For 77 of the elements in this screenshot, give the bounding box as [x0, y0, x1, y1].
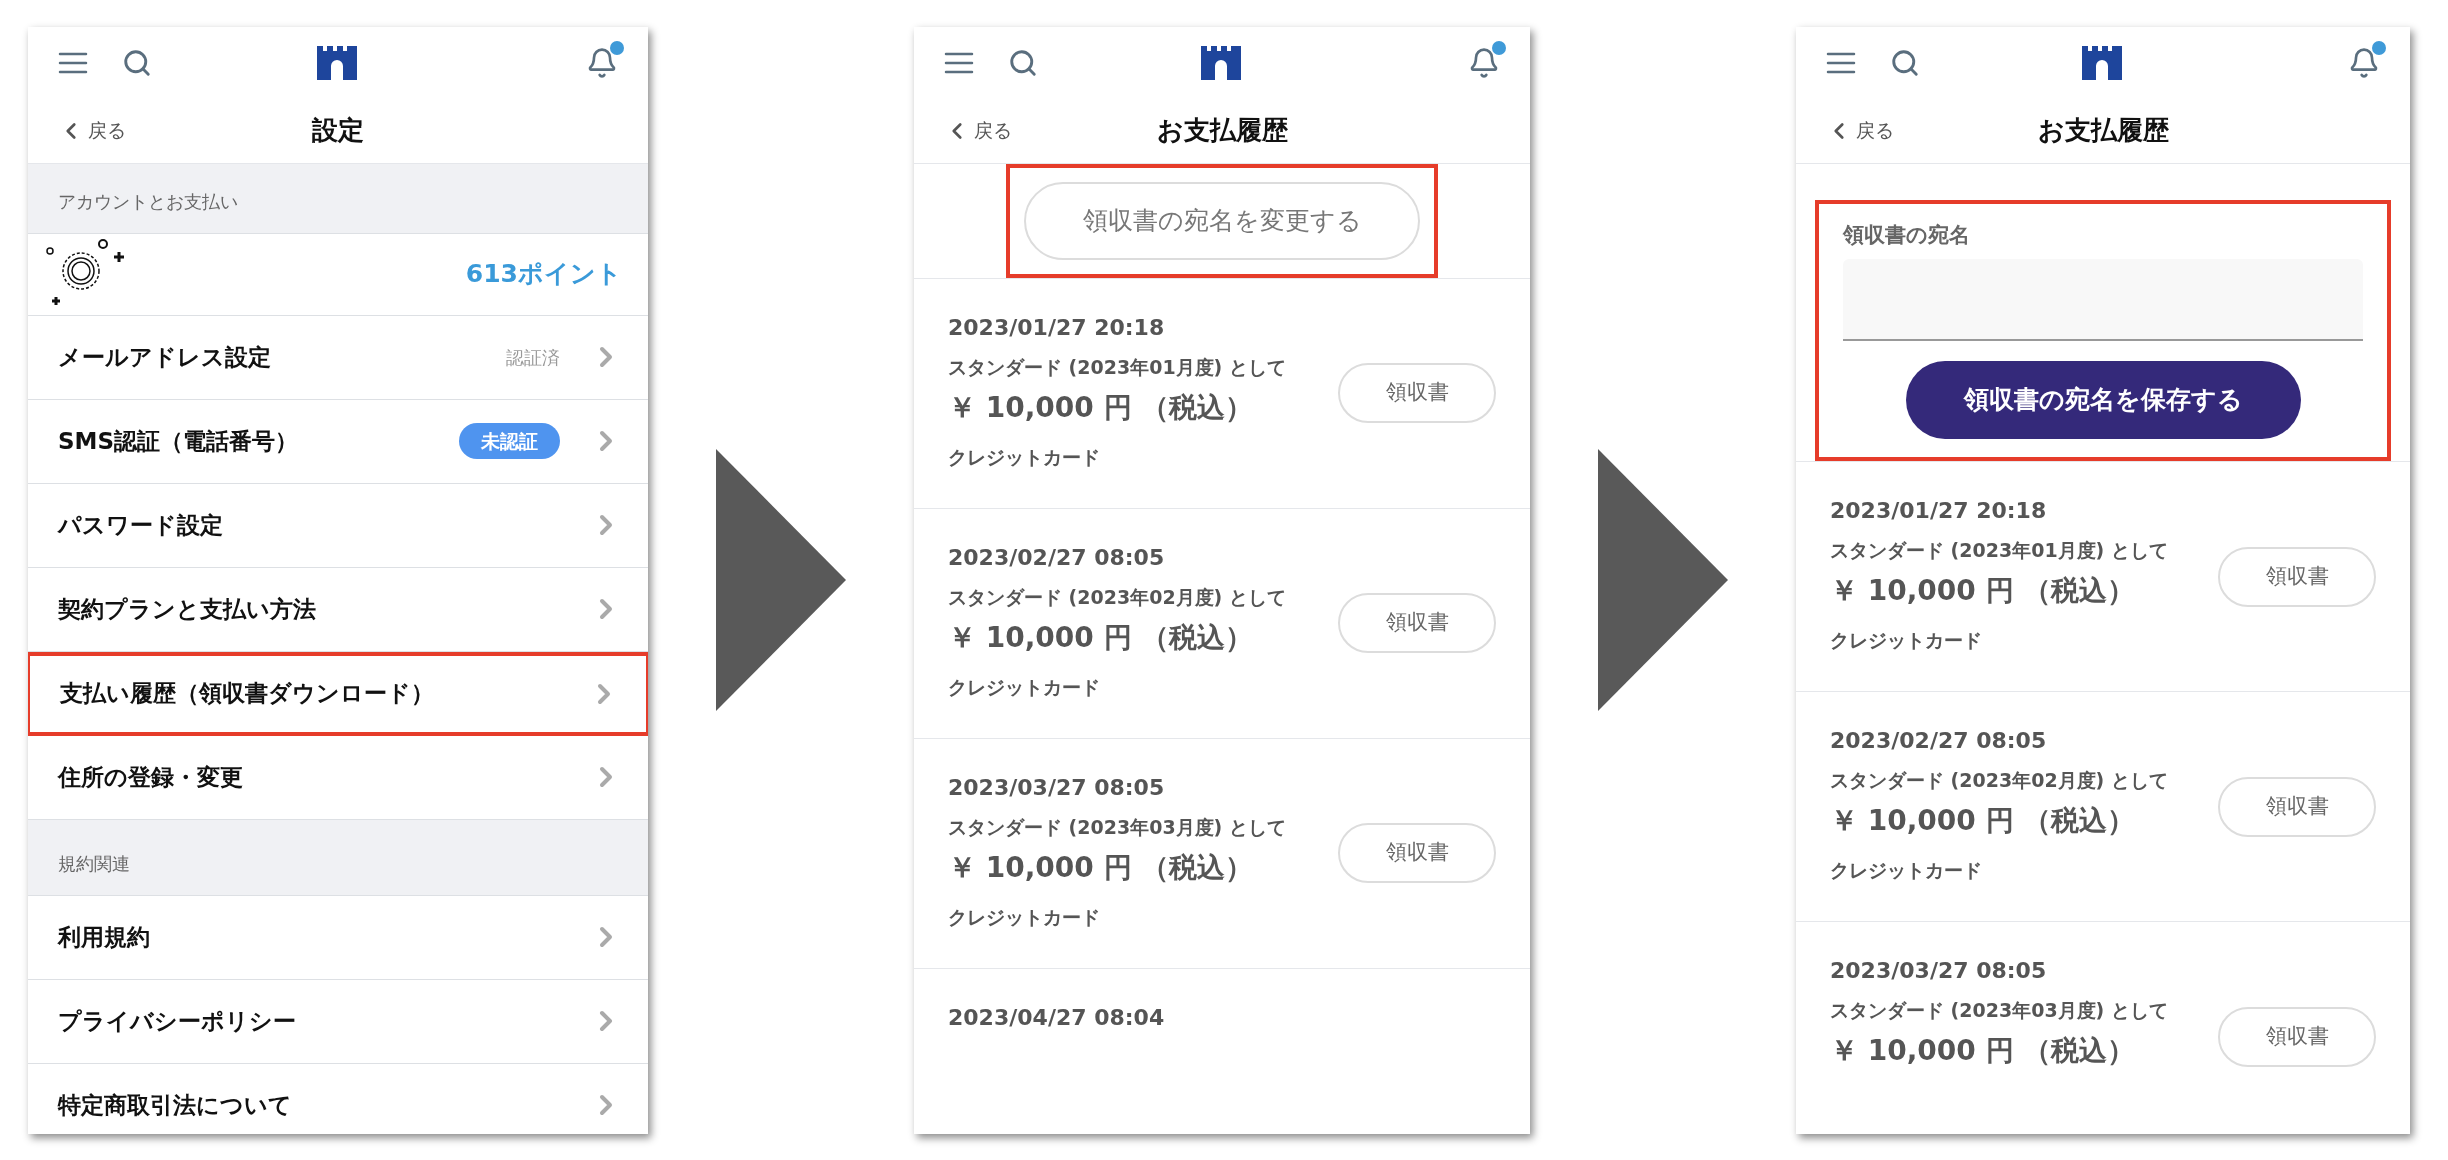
field-label: 領収書の宛名	[1843, 221, 1971, 249]
page-title: お支払履歴	[2037, 114, 2169, 147]
settings-row[interactable]: パスワード設定	[28, 483, 648, 568]
castle-logo-icon	[1201, 45, 1241, 80]
payment-amount: ￥ 10,000 円 （税込）	[1830, 1033, 2137, 1069]
receipt-button[interactable]: 領収書	[2218, 776, 2376, 837]
payment-date: 2023/04/27 08:04	[948, 1003, 1166, 1032]
back-button[interactable]: 戻る	[944, 116, 1012, 145]
search-icon[interactable]	[1008, 47, 1038, 78]
payment-method: クレジットカード	[948, 674, 1101, 700]
settings-row[interactable]: プライバシーポリシー	[28, 979, 648, 1064]
payment-date: 2023/01/27 20:18	[1830, 497, 2048, 525]
payment-date: 2023/02/27 08:05	[1830, 727, 2048, 755]
payment-date: 2023/03/27 08:05	[948, 773, 1166, 802]
search-icon[interactable]	[1890, 47, 1920, 78]
row-label: プライバシーポリシー	[58, 1006, 297, 1036]
payment-method: クレジットカード	[1830, 858, 1983, 883]
settings-row[interactable]: 支払い履歴（領収書ダウンロード）	[28, 651, 648, 736]
receipt-button[interactable]: 領収書	[1338, 363, 1496, 423]
arrow-icon	[716, 449, 846, 711]
payment-amount: ￥ 10,000 円 （税込）	[948, 389, 1255, 426]
receipt-button[interactable]: 領収書	[2218, 1006, 2376, 1067]
back-button[interactable]: 戻る	[1826, 116, 1894, 145]
save-name-button[interactable]: 領収書の宛名を保存する	[1905, 361, 2301, 439]
payment-amount: ￥ 10,000 円 （税込）	[1830, 803, 2137, 839]
name-input-field[interactable]	[1843, 259, 2363, 341]
settings-row[interactable]: 利用規約	[28, 895, 648, 980]
menu-icon[interactable]	[1826, 50, 1856, 75]
page-title: お支払履歴	[1156, 114, 1288, 147]
settings-row[interactable]: メールアドレス設定 認証済	[28, 315, 648, 400]
menu-icon[interactable]	[58, 50, 88, 75]
receipt-button[interactable]: 領収書	[2218, 546, 2376, 607]
payment-date: 2023/02/27 08:05	[948, 543, 1166, 572]
notification-bell-icon[interactable]	[2348, 46, 2380, 79]
payment-method: クレジットカード	[948, 904, 1101, 930]
row-label: 契約プランと支払い方法	[58, 594, 317, 624]
status-text: 認証済	[506, 345, 560, 370]
settings-row[interactable]: 住所の登録・変更	[28, 735, 648, 820]
receipt-button[interactable]: 領収書	[1338, 593, 1496, 653]
arrow-icon	[1598, 449, 1728, 711]
payment-method: クレジットカード	[1830, 628, 1983, 653]
row-label: 支払い履歴（領収書ダウンロード）	[60, 679, 435, 709]
row-label: パスワード設定	[58, 510, 224, 540]
castle-logo-icon	[2082, 45, 2122, 80]
back-button[interactable]: 戻る	[58, 116, 126, 145]
payment-amount: ￥ 10,000 円 （税込）	[1830, 573, 2137, 609]
payment-plan: スタンダード (2023年02月度) として	[1830, 768, 2169, 793]
row-label: 住所の登録・変更	[58, 762, 244, 792]
settings-row[interactable]: 契約プランと支払い方法	[28, 567, 648, 652]
section-header: 規約関連	[28, 819, 648, 896]
castle-logo-icon	[317, 45, 357, 80]
notification-bell-icon[interactable]	[1468, 46, 1500, 79]
payment-plan: スタンダード (2023年02月度) として	[948, 584, 1287, 610]
receipt-button[interactable]: 領収書	[1338, 823, 1496, 883]
row-label: メールアドレス設定	[58, 342, 272, 372]
settings-row[interactable]: 特定商取引法について	[28, 1063, 648, 1134]
payment-date: 2023/03/27 08:05	[1830, 957, 2048, 985]
payment-method: クレジットカード	[948, 444, 1101, 470]
page-title: 設定	[312, 114, 364, 147]
payment-amount: ￥ 10,000 円 （税込）	[948, 619, 1255, 656]
payment-date: 2023/01/27 20:18	[948, 313, 1166, 342]
points-value: 613ポイント	[465, 258, 622, 291]
change-name-button[interactable]: 領収書の宛名を変更する	[1024, 181, 1420, 260]
status-badge: 未認証	[459, 422, 560, 460]
row-label: 利用規約	[58, 922, 151, 952]
row-label: 特定商取引法について	[58, 1090, 293, 1120]
payment-plan: スタンダード (2023年01月度) として	[948, 354, 1287, 380]
payment-plan: スタンダード (2023年01月度) として	[1830, 538, 2169, 563]
row-label: SMS認証（電話番号）	[58, 426, 300, 456]
section-header: アカウントとお支払い	[28, 163, 648, 234]
payment-plan: スタンダード (2023年03月度) として	[948, 814, 1287, 840]
search-icon[interactable]	[122, 47, 152, 78]
menu-icon[interactable]	[944, 50, 974, 75]
settings-row[interactable]: SMS認証（電話番号） 未認証	[28, 399, 648, 484]
notification-bell-icon[interactable]	[586, 46, 618, 79]
payment-amount: ￥ 10,000 円 （税込）	[948, 849, 1255, 886]
payment-plan: スタンダード (2023年03月度) として	[1830, 998, 2169, 1023]
